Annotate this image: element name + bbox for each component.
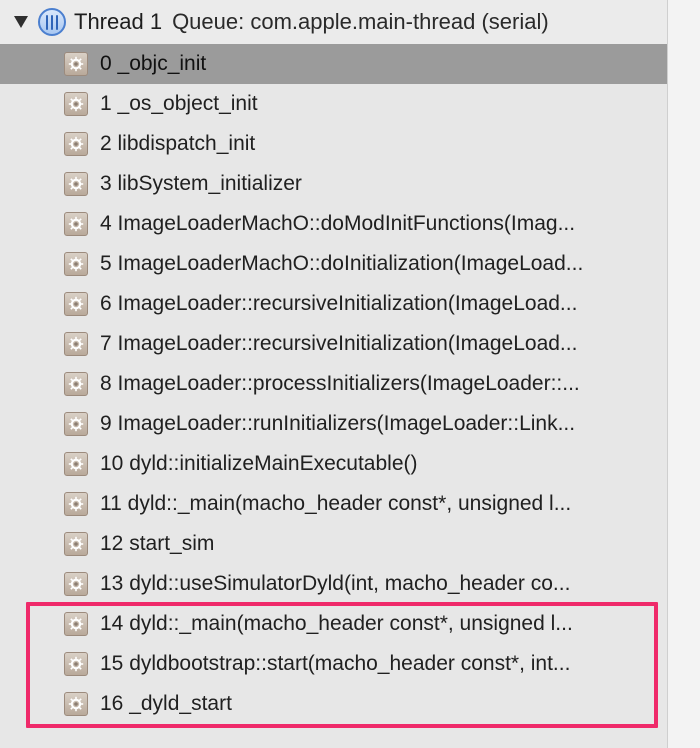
- gear-icon: [64, 332, 88, 356]
- gear-icon: [64, 212, 88, 236]
- stack-frame-row[interactable]: 5 ImageLoaderMachO::doInitialization(Ima…: [0, 244, 667, 284]
- stack-frame-row[interactable]: 0 _objc_init: [0, 44, 667, 84]
- stack-frame-label: 15 dyldbootstrap::start(macho_header con…: [100, 652, 571, 675]
- thread-icon-bar: [56, 14, 58, 30]
- stack-frame-row[interactable]: 11 dyld::_main(macho_header const*, unsi…: [0, 484, 667, 524]
- gear-icon: [64, 692, 88, 716]
- stack-frame-row[interactable]: 7 ImageLoader::recursiveInitialization(I…: [0, 324, 667, 364]
- gear-icon: [64, 452, 88, 476]
- thread-row[interactable]: Thread 1 Queue: com.apple.main-thread (s…: [0, 0, 667, 44]
- stack-frame-label: 8 ImageLoader::processInitializers(Image…: [100, 372, 580, 395]
- stack-frame-row[interactable]: 15 dyldbootstrap::start(macho_header con…: [0, 644, 667, 684]
- thread-title: Thread 1: [74, 9, 163, 34]
- stack-frame-row[interactable]: 12 start_sim: [0, 524, 667, 564]
- stack-frame-label: 10 dyld::initializeMainExecutable(): [100, 452, 418, 475]
- gear-icon: [64, 412, 88, 436]
- stack-frame-label: 6 ImageLoader::recursiveInitialization(I…: [100, 292, 578, 315]
- stack-frame-label: 13 dyld::useSimulatorDyld(int, macho_hea…: [100, 572, 571, 595]
- stack-frame-row[interactable]: 8 ImageLoader::processInitializers(Image…: [0, 364, 667, 404]
- disclosure-triangle-icon[interactable]: [14, 16, 28, 28]
- stack-frame-label: 4 ImageLoaderMachO::doModInitFunctions(I…: [100, 212, 576, 235]
- stack-frame-row[interactable]: 13 dyld::useSimulatorDyld(int, macho_hea…: [0, 564, 667, 604]
- stack-frame-label: 1 _os_object_init: [100, 92, 258, 115]
- stack-frame-label: 2 libdispatch_init: [100, 132, 256, 155]
- stack-frame-row[interactable]: 10 dyld::initializeMainExecutable(): [0, 444, 667, 484]
- thread-icon: [38, 8, 66, 36]
- gear-icon: [64, 652, 88, 676]
- stack-frame-row[interactable]: 1 _os_object_init: [0, 84, 667, 124]
- gear-icon: [64, 292, 88, 316]
- thread-icon-bar: [51, 14, 53, 30]
- stack-frame-label: 7 ImageLoader::recursiveInitialization(I…: [100, 332, 578, 355]
- stack-frame-label: 5 ImageLoaderMachO::doInitialization(Ima…: [100, 252, 584, 275]
- stack-frame-row[interactable]: 14 dyld::_main(macho_header const*, unsi…: [0, 604, 667, 644]
- gear-icon: [64, 132, 88, 156]
- stack-frame-list: 0 _objc_init 1 _os_object_init 2 libdisp…: [0, 44, 667, 724]
- stack-frame-label: 11 dyld::_main(macho_header const*, unsi…: [100, 492, 572, 515]
- stack-frame-row[interactable]: 6 ImageLoader::recursiveInitialization(I…: [0, 284, 667, 324]
- gear-icon: [64, 172, 88, 196]
- gear-icon: [64, 52, 88, 76]
- stack-frame-row[interactable]: 3 libSystem_initializer: [0, 164, 667, 204]
- stack-frame-label: 16 _dyld_start: [100, 692, 232, 715]
- thread-queue-label: Queue: com.apple.main-thread (serial): [172, 9, 549, 34]
- gear-icon: [64, 92, 88, 116]
- stack-frame-row[interactable]: 2 libdispatch_init: [0, 124, 667, 164]
- stack-frame-label: 3 libSystem_initializer: [100, 172, 302, 195]
- stack-frame-label: 14 dyld::_main(macho_header const*, unsi…: [100, 612, 573, 635]
- thread-icon-bar: [46, 14, 48, 30]
- gear-icon: [64, 492, 88, 516]
- gear-icon: [64, 572, 88, 596]
- stack-frame-label: 9 ImageLoader::runInitializers(ImageLoad…: [100, 412, 576, 435]
- debug-navigator-panel: Thread 1 Queue: com.apple.main-thread (s…: [0, 0, 668, 748]
- stack-frame-row[interactable]: 16 _dyld_start: [0, 684, 667, 724]
- stack-frame-row[interactable]: 9 ImageLoader::runInitializers(ImageLoad…: [0, 404, 667, 444]
- stack-frame-label: 12 start_sim: [100, 532, 215, 555]
- stack-frame-label: 0 _objc_init: [100, 52, 207, 75]
- gear-icon: [64, 612, 88, 636]
- gear-icon: [64, 372, 88, 396]
- gear-icon: [64, 252, 88, 276]
- stack-frame-row[interactable]: 4 ImageLoaderMachO::doModInitFunctions(I…: [0, 204, 667, 244]
- gear-icon: [64, 532, 88, 556]
